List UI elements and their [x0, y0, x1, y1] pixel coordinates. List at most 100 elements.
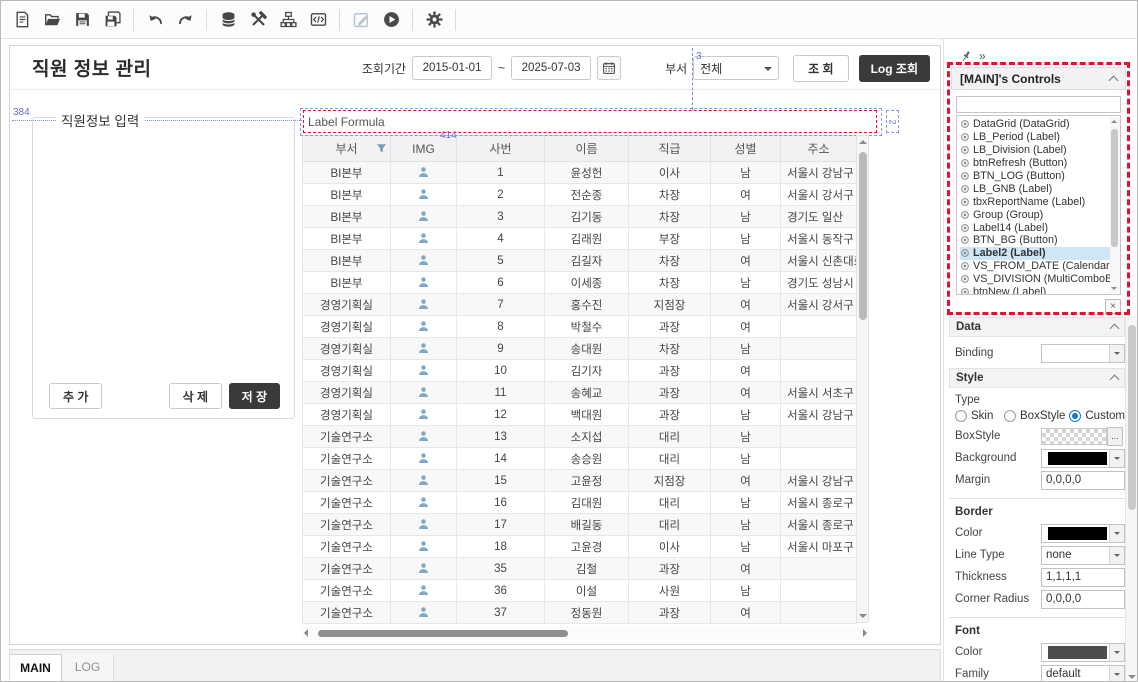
control-item[interactable]: tbxReportName (Label)	[960, 195, 1120, 208]
border-color-select[interactable]	[1041, 524, 1125, 543]
table-row[interactable]: BI본부6이세종차장남경기도 성남시	[303, 272, 857, 294]
scroll-left-arrow-icon[interactable]	[304, 629, 308, 637]
table-row[interactable]: 기술연구소17배길동대리남서울시 종로구	[303, 514, 857, 536]
table-row[interactable]: BI본부3김기동차장남경기도 일산	[303, 206, 857, 228]
horizontal-scroll-thumb[interactable]	[318, 630, 568, 637]
table-row[interactable]: 경영기획실9송대원차장남	[303, 338, 857, 360]
line-type-select[interactable]: none	[1041, 546, 1125, 565]
undo-button[interactable]	[140, 5, 170, 35]
column-header[interactable]: 주소	[781, 136, 857, 162]
control-item[interactable]: VS_DIVISION (MultiComboBox)	[960, 273, 1120, 286]
new-document-button[interactable]	[7, 5, 37, 35]
control-item[interactable]: BTN_BG (Button)	[960, 234, 1120, 247]
control-item[interactable]: btnNew (Label)	[960, 286, 1120, 295]
thickness-input[interactable]: 1,1,1,1	[1041, 568, 1125, 587]
save-all-button[interactable]	[97, 5, 127, 35]
table-row[interactable]: 경영기획실12백대원과장남서울시 강남구	[303, 404, 857, 426]
close-button[interactable]: ×	[1105, 299, 1121, 314]
section-header-style[interactable]: Style	[949, 368, 1125, 388]
column-header[interactable]: 직급	[629, 136, 711, 162]
tools-button[interactable]	[243, 5, 273, 35]
table-row[interactable]: BI본부2전순종차장여서울시 강서구 ...	[303, 184, 857, 206]
control-item[interactable]: Label14 (Label)	[960, 221, 1120, 234]
table-row[interactable]: 기술연구소35김철과장여	[303, 558, 857, 580]
date-to-input[interactable]	[511, 56, 591, 80]
properties-scrollbar[interactable]	[1125, 317, 1137, 682]
search-button[interactable]: 조 회	[793, 55, 848, 82]
margin-input[interactable]: 0,0,0,0	[1041, 471, 1125, 490]
tab-main[interactable]: MAIN	[10, 654, 62, 681]
log-search-button[interactable]: Log 조회	[859, 55, 930, 82]
binding-select[interactable]	[1041, 344, 1125, 363]
add-button[interactable]: 추 가	[49, 383, 102, 409]
control-item[interactable]: Label2 (Label)	[960, 247, 1120, 260]
boxstyle-more-button[interactable]: ...	[1107, 427, 1123, 446]
pin-icon[interactable]	[961, 50, 972, 63]
table-row[interactable]: 경영기획실7홍수진지점장여서울시 강서구	[303, 294, 857, 316]
database-button[interactable]	[213, 5, 243, 35]
control-item[interactable]: LB_Division (Label)	[960, 144, 1120, 157]
save-record-button[interactable]: 저 장	[229, 383, 280, 409]
hierarchy-button[interactable]	[273, 5, 303, 35]
table-row[interactable]: BI본부4김래원부장남서울시 동작구	[303, 228, 857, 250]
delete-button[interactable]: 삭 제	[169, 383, 222, 409]
table-row[interactable]: 기술연구소13소지섭대리남	[303, 426, 857, 448]
control-item[interactable]: BTN_LOG (Button)	[960, 170, 1120, 183]
column-header[interactable]: 사번	[457, 136, 545, 162]
table-row[interactable]: BI본부1윤성헌이사남서울시 강남구	[303, 162, 857, 184]
scroll-down-arrow-icon[interactable]	[1128, 675, 1136, 679]
table-row[interactable]: 경영기획실8박철수과장여	[303, 316, 857, 338]
date-from-input[interactable]	[412, 56, 492, 80]
radio-custom[interactable]: Custom	[1069, 410, 1125, 422]
section-header-data[interactable]: Data	[949, 317, 1125, 337]
control-item[interactable]: LB_GNB (Label)	[960, 182, 1120, 195]
vertical-scroll-thumb[interactable]	[859, 152, 867, 320]
controls-search-input[interactable]	[956, 96, 1121, 113]
control-item[interactable]: VS_FROM_DATE (CalendarFromTo)	[960, 260, 1120, 273]
department-select[interactable]: 전체	[693, 56, 779, 80]
table-row[interactable]: 경영기획실11송혜교과장여서울시 서초구	[303, 382, 857, 404]
run-button[interactable]	[376, 5, 406, 35]
collapse-chevrons[interactable]: »	[979, 49, 986, 63]
background-color-select[interactable]	[1041, 449, 1125, 468]
table-row[interactable]: BI본부5김길자차장여서울시 신촌대로	[303, 250, 857, 272]
control-item[interactable]: Group (Group)	[960, 208, 1120, 221]
radio-skin[interactable]: Skin	[955, 410, 1004, 422]
control-item[interactable]: btnRefresh (Button)	[960, 157, 1120, 170]
settings-button[interactable]	[419, 5, 449, 35]
scroll-up-arrow-icon[interactable]	[1111, 120, 1117, 123]
font-color-select[interactable]	[1041, 643, 1125, 662]
table-row[interactable]: 기술연구소16김대원대리남서울시 종로구	[303, 492, 857, 514]
scroll-down-arrow-icon[interactable]	[859, 614, 867, 618]
font-family-select[interactable]: default	[1041, 665, 1125, 682]
label-formula[interactable]: Label Formula	[303, 110, 877, 133]
scroll-right-arrow-icon[interactable]	[863, 629, 867, 637]
redo-button[interactable]	[170, 5, 200, 35]
controls-panel-header[interactable]: [MAIN]'s Controls	[951, 67, 1126, 90]
table-row[interactable]: 기술연구소14송승원대리남	[303, 448, 857, 470]
control-item[interactable]: DataGrid (DataGrid)	[960, 118, 1120, 131]
table-row[interactable]: 기술연구소15고윤정지점장여서울시 강남구	[303, 470, 857, 492]
list-scroll-thumb[interactable]	[1111, 129, 1118, 247]
boxstyle-swatch[interactable]	[1041, 428, 1107, 445]
open-file-button[interactable]	[37, 5, 67, 35]
controls-list-scrollbar[interactable]	[1110, 117, 1120, 293]
grid-vertical-scrollbar[interactable]	[856, 135, 869, 623]
filter-icon[interactable]	[376, 143, 387, 154]
scroll-down-arrow-icon[interactable]	[1111, 287, 1117, 290]
tab-log[interactable]: LOG	[62, 654, 114, 681]
table-row[interactable]: 기술연구소18고윤경이사남서울시 마포구	[303, 536, 857, 558]
control-item[interactable]: LB_Period (Label)	[960, 131, 1120, 144]
table-row[interactable]: 경영기획실10김기자과장여	[303, 360, 857, 382]
column-header[interactable]: 성별	[711, 136, 781, 162]
properties-scroll-thumb[interactable]	[1128, 325, 1136, 510]
save-button[interactable]	[67, 5, 97, 35]
radio-boxstyle[interactable]: BoxStyle	[1004, 410, 1069, 422]
table-row[interactable]: 기술연구소36이설사원남	[303, 580, 857, 602]
corner-radius-input[interactable]: 0,0,0,0	[1041, 590, 1125, 609]
edit-button[interactable]	[346, 5, 376, 35]
calendar-button[interactable]	[597, 56, 621, 80]
column-header[interactable]: 부서	[303, 136, 391, 162]
column-header[interactable]: 이름	[545, 136, 629, 162]
grid-horizontal-scrollbar[interactable]	[302, 627, 869, 640]
